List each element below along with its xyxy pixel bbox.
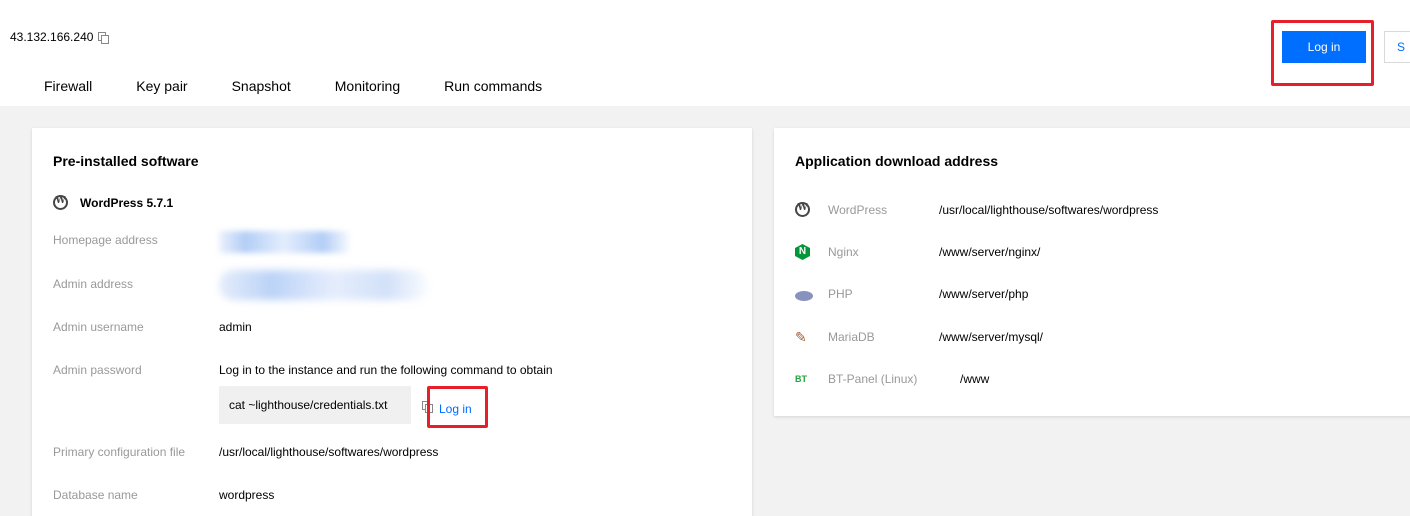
php-icon — [795, 291, 813, 301]
preinstalled-software-card: Pre-installed software WordPress 5.7.1 H… — [32, 128, 752, 516]
wordpress-icon-wrapper — [795, 202, 811, 218]
ip-address-row: 43.132.166.240 — [10, 30, 110, 44]
admin-password-label: Admin password — [53, 363, 142, 377]
app-name: Nginx — [828, 245, 859, 259]
credentials-command: cat ~lighthouse/credentials.txt — [219, 386, 411, 424]
database-name-value: wordpress — [219, 488, 275, 502]
instance-header: 43.132.166.240 Log in S Firewall Key pai… — [0, 0, 1410, 106]
admin-address-value-redacted — [219, 270, 429, 300]
app-row-bt-panel: BT BT-Panel (Linux) /www — [795, 369, 989, 389]
nginx-icon: N — [795, 244, 810, 260]
app-row-nginx: N Nginx /www/server/nginx/ — [795, 242, 1040, 262]
app-name: WordPress — [828, 203, 888, 217]
app-name: BT-Panel (Linux) — [828, 372, 918, 386]
tab-key-pair[interactable]: Key pair — [136, 78, 187, 94]
app-name: PHP — [828, 287, 853, 301]
admin-address-label: Admin address — [53, 277, 134, 291]
app-path: /www/server/nginx/ — [939, 245, 1041, 259]
software-name: WordPress 5.7.1 — [80, 195, 174, 210]
config-file-value: /usr/local/lighthouse/softwares/wordpres… — [219, 445, 439, 459]
software-row: WordPress 5.7.1 — [53, 195, 173, 210]
card-title: Pre-installed software — [53, 153, 199, 169]
tab-run-commands[interactable]: Run commands — [444, 78, 542, 94]
content-area: Pre-installed software WordPress 5.7.1 H… — [0, 106, 1410, 516]
tab-monitoring[interactable]: Monitoring — [335, 78, 400, 94]
application-download-card: Application download address WordPress /… — [774, 128, 1410, 416]
database-name-label: Database name — [53, 488, 138, 502]
homepage-address-label: Homepage address — [53, 233, 158, 247]
secondary-button[interactable]: S — [1384, 31, 1410, 63]
app-row-mariadb: ✎ MariaDB /www/server/mysql/ — [795, 327, 1043, 347]
tab-snapshot[interactable]: Snapshot — [232, 78, 291, 94]
copy-icon[interactable] — [98, 31, 110, 44]
tab-firewall[interactable]: Firewall — [44, 78, 92, 94]
tab-bar: Firewall Key pair Snapshot Monitoring Ru… — [0, 78, 542, 94]
highlight-box — [1271, 20, 1374, 86]
app-name: MariaDB — [828, 330, 875, 344]
homepage-address-value-redacted — [219, 231, 349, 253]
card-title: Application download address — [795, 153, 999, 169]
admin-username-value: admin — [219, 320, 252, 334]
bt-panel-icon: BT — [795, 374, 807, 384]
wordpress-icon — [795, 202, 810, 217]
ip-address: 43.132.166.240 — [10, 30, 94, 44]
highlight-box — [427, 386, 488, 428]
admin-username-label: Admin username — [53, 320, 144, 334]
app-path: /www/server/mysql/ — [939, 330, 1044, 344]
app-path: /www/server/php — [939, 287, 1029, 301]
mariadb-icon: ✎ — [795, 329, 807, 345]
config-file-label: Primary configuration file — [53, 445, 186, 459]
app-path: /www — [960, 372, 990, 386]
app-path: /usr/local/lighthouse/softwares/wordpres… — [939, 203, 1159, 217]
wordpress-icon — [53, 195, 68, 210]
admin-password-hint: Log in to the instance and run the follo… — [219, 363, 553, 377]
app-row-php: PHP /www/server/php — [795, 284, 1028, 304]
app-row-wordpress: WordPress /usr/local/lighthouse/software… — [795, 200, 1158, 220]
